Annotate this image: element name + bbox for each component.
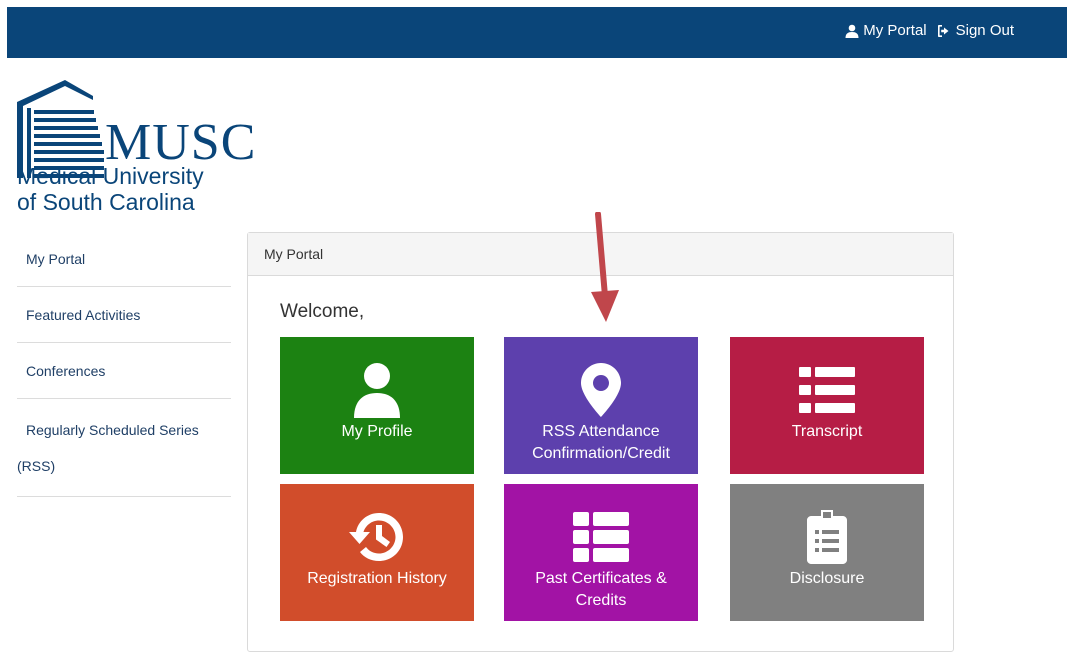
top-navbar: My Portal Sign Out [7,7,1067,58]
musc-logo[interactable]: MUSC Medical University of South Carolin… [17,80,255,215]
sidebar-item-label: (RSS) [17,457,56,474]
sidebar-item-label: Regularly Scheduled Series [26,421,199,438]
sidebar-nav: My Portal Featured Activities Conference… [17,232,231,497]
map-marker-icon [581,363,621,417]
tile-label: My Profile [341,423,413,440]
tile-label-line2: Credits [575,592,627,609]
th-list-icon [573,512,629,562]
sign-out-link-label: Sign Out [955,22,1014,39]
annotation-arrow-icon [591,212,619,322]
clipboard-icon [807,510,847,564]
tile-label: Disclosure [789,570,865,587]
history-icon [349,513,403,561]
tile-disclosure[interactable]: Disclosure [730,484,924,621]
tile-label-line1: RSS Attendance [542,423,660,440]
tile-transcript[interactable]: Transcript [730,337,924,474]
sidebar-item-label: Featured Activities [26,306,141,323]
sidebar-item-rss[interactable]: Regularly Scheduled Series (RSS) [17,399,231,497]
top-links: My Portal Sign Out [845,22,1014,39]
my-portal-link-label: My Portal [863,22,927,39]
tile-rss-attendance[interactable]: RSS Attendance Confirmation/Credit [504,337,698,474]
welcome-text: Welcome, [280,301,365,322]
tile-label: Registration History [307,570,447,587]
sign-out-icon [937,24,949,37]
sidebar-item-my-portal[interactable]: My Portal [17,232,231,287]
sidebar-item-label: My Portal [26,251,86,267]
list-icon [799,367,855,413]
logo-wordmark: MUSC [105,114,257,171]
sidebar-item-featured-activities[interactable]: Featured Activities [17,287,231,343]
sidebar-item-label: Conferences [26,362,106,379]
logo-line2: of South Carolina [17,189,195,215]
sidebar-item-conferences[interactable]: Conferences [17,343,231,399]
tile-registration-history[interactable]: Registration History [280,484,474,621]
my-portal-link[interactable]: My Portal [845,22,927,39]
user-icon [845,24,859,38]
user-icon [354,363,400,418]
logo-line1: Medical University [17,163,204,189]
tile-my-profile[interactable]: My Profile [280,337,474,474]
sign-out-link[interactable]: Sign Out [937,22,1014,39]
tile-past-certificates[interactable]: Past Certificates & Credits [504,484,698,621]
tile-label: Transcript [791,423,863,440]
tile-label-line1: Past Certificates & [535,570,667,587]
tile-label-line2: Confirmation/Credit [532,445,670,462]
